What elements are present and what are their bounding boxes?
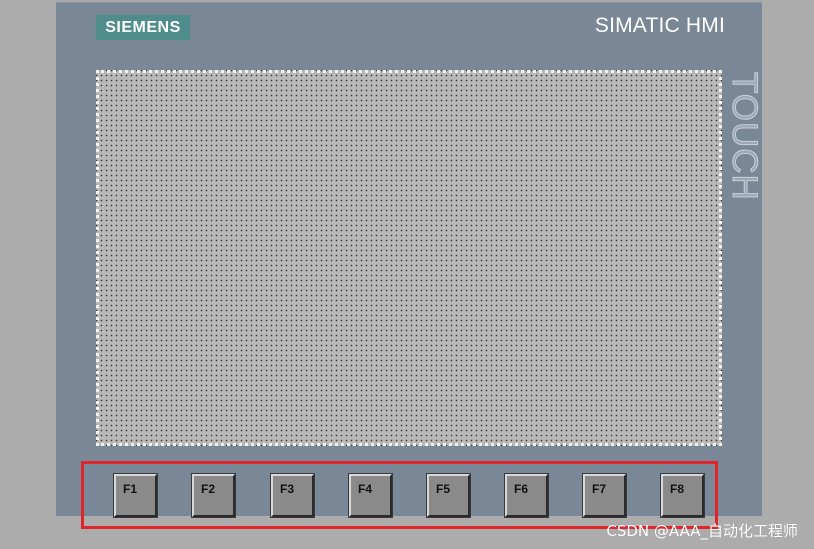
function-key-f1[interactable]: F1 [113, 473, 158, 518]
function-key-f5[interactable]: F5 [426, 473, 471, 518]
background-left [0, 0, 56, 549]
function-key-f4[interactable]: F4 [348, 473, 393, 518]
function-key-label: F2 [201, 482, 216, 496]
function-key-f2[interactable]: F2 [191, 473, 236, 518]
background-right [762, 0, 814, 549]
product-title: SIMATIC HMI [594, 14, 725, 37]
function-key-label: F4 [358, 482, 373, 496]
function-key-f7[interactable]: F7 [582, 473, 627, 518]
function-key-f6[interactable]: F6 [504, 473, 549, 518]
hmi-touch-screen[interactable] [96, 70, 722, 446]
function-key-f3[interactable]: F3 [270, 473, 315, 518]
function-key-label: F8 [670, 482, 685, 496]
function-key-label: F5 [436, 482, 451, 496]
siemens-logo: SIEMENS [96, 15, 190, 40]
function-key-label: F7 [592, 482, 607, 496]
watermark-text: CSDN @AAA_自动化工程师 [606, 522, 798, 540]
function-key-label: F6 [514, 482, 529, 496]
function-key-label: F1 [123, 482, 138, 496]
function-key-label: F3 [280, 482, 295, 496]
function-key-f8[interactable]: F8 [660, 473, 705, 518]
touch-label: TOUCH [725, 72, 765, 202]
